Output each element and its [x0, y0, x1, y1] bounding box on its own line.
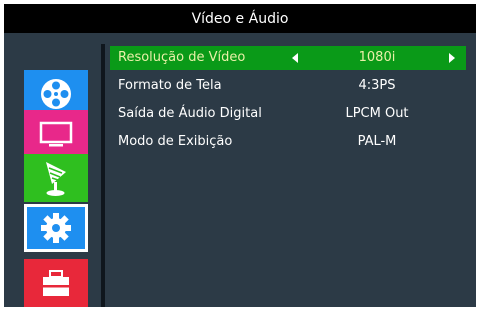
menu-row-label: Resolução de Vídeo — [118, 50, 246, 65]
film-reel-icon — [39, 77, 73, 111]
sidebar — [4, 33, 101, 307]
sidebar-item-toolbox[interactable] — [24, 259, 88, 307]
menu-row-value: 4:3PS — [358, 78, 396, 93]
menu-row-value: 1080i — [358, 50, 396, 65]
menu-row-value: PAL-M — [357, 134, 397, 149]
tv-screen-icon — [38, 119, 74, 149]
satellite-dish-icon — [40, 158, 72, 198]
menu-row-label: Modo de Exibição — [118, 134, 233, 149]
osd-frame: Vídeo e Áudio Resolução de Vídeo 1080i F… — [4, 4, 476, 307]
menu-row-digital-audio-output[interactable]: Saída de Áudio Digital LPCM Out — [110, 102, 466, 126]
window-title: Vídeo e Áudio — [4, 4, 476, 33]
arrow-right-icon[interactable] — [449, 53, 455, 63]
menu-row-label: Saída de Áudio Digital — [118, 106, 262, 121]
arrow-left-icon[interactable] — [292, 53, 298, 63]
sidebar-divider — [101, 44, 105, 307]
menu-row-display-mode[interactable]: Modo de Exibição PAL-M — [110, 130, 466, 154]
gear-icon — [39, 211, 73, 245]
sidebar-item-settings[interactable] — [24, 204, 88, 252]
sidebar-item-tv[interactable] — [24, 110, 88, 158]
menu-row-label: Formato de Tela — [118, 78, 222, 93]
toolbox-icon — [39, 266, 73, 300]
menu-row-screen-format[interactable]: Formato de Tela 4:3PS — [110, 74, 466, 98]
menu-row-video-resolution[interactable]: Resolução de Vídeo 1080i — [110, 46, 466, 70]
menu-row-value: LPCM Out — [345, 106, 409, 121]
settings-menu: Resolução de Vídeo 1080i Formato de Tela… — [110, 46, 466, 158]
sidebar-item-satellite[interactable] — [24, 154, 88, 202]
